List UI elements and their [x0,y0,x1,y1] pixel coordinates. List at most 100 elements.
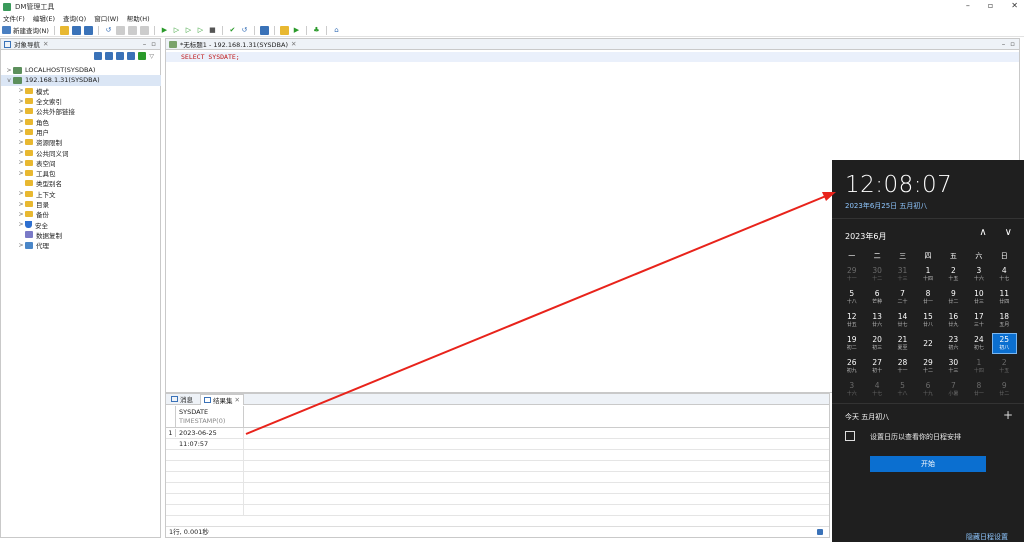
tree-node[interactable]: > 目录 [1,199,161,210]
tab-close-icon[interactable]: ✕ [291,40,296,48]
calendar-day[interactable]: 17 三十 [966,310,991,331]
chevron-right-icon[interactable]: > [17,170,25,177]
sql-text[interactable]: SELECT SYSDATE; [181,53,240,61]
chevron-right-icon[interactable]: > [5,67,13,74]
explain-icon[interactable]: ▷ [184,26,193,35]
chevron-right-icon[interactable]: > [17,139,25,146]
chevron-right-icon[interactable]: > [17,221,25,228]
tree-node[interactable]: > 模式 [1,86,161,96]
calendar-day[interactable]: 22 [915,333,940,354]
chevron-right-icon[interactable]: > [17,190,25,197]
calendar-day[interactable]: 20 初三 [864,333,889,354]
format-icon[interactable] [279,25,289,35]
table-row[interactable]: 1 2023-06-25 11:07:57 [166,427,829,448]
calendar-day[interactable]: 11 廿四 [992,287,1017,308]
tools-icon[interactable]: ♣ [312,26,321,35]
calendar-day[interactable]: 16 廿九 [941,310,966,331]
calendar-day[interactable]: 7 二十 [890,287,915,308]
calendar-day[interactable]: 18 五月 [992,310,1017,331]
debug-icon[interactable]: ▷ [196,26,205,35]
tree-node[interactable]: > 资源限制 [1,137,161,148]
tree-node[interactable]: > 备份 [1,209,161,220]
close-button[interactable]: ✕ [1011,1,1018,10]
calendar-day[interactable]: 31 十三 [890,264,915,285]
chevron-right-icon[interactable]: > [17,201,25,208]
tree-node[interactable]: > 角色 [1,116,161,127]
calendar-day[interactable]: 8 廿一 [966,379,991,400]
minimize-panel-icon[interactable]: – [143,40,147,48]
chevron-right-icon[interactable]: > [17,149,25,156]
calendar-day[interactable]: 14 廿七 [890,310,915,331]
calendar-day[interactable]: 19 初二 [839,333,864,354]
calendar-day[interactable]: 7 小暑 [941,379,966,400]
chevron-right-icon[interactable]: > [17,159,25,166]
calendar-day[interactable]: 29 十一 [839,264,864,285]
calendar-day[interactable]: 21 夏至 [890,333,915,354]
start-button[interactable]: 开始 [870,456,986,472]
calendar-day[interactable]: 30 十三 [941,356,966,377]
calendar-day[interactable]: 3 十六 [966,264,991,285]
tree-node[interactable]: v 192.168.1.31(SYSDBA) [1,75,161,86]
cut-icon[interactable] [115,25,125,35]
connect-icon[interactable] [94,52,103,60]
stop-icon[interactable]: ■ [208,26,217,35]
chevron-right-icon[interactable]: > [17,118,25,125]
calendar-day[interactable]: 9 廿二 [992,379,1017,400]
calendar-day[interactable]: 5 十八 [839,287,864,308]
calendar-month[interactable]: 2023年6月 [845,231,886,242]
chevron-down-icon[interactable]: v [5,77,13,84]
tab-object-navigator[interactable]: 对象导航 ✕ – ▫ [1,39,160,50]
undo-icon[interactable]: ↺ [104,26,113,35]
calendar-day[interactable]: 26 初九 [839,356,864,377]
calendar-day[interactable]: 24 初七 [966,333,991,354]
copy-icon[interactable] [127,25,137,35]
view-menu-icon[interactable]: ▽ [149,53,154,60]
edit-icon[interactable] [116,52,125,60]
tab-close-icon[interactable]: ✕ [43,40,48,48]
tree-node[interactable]: > 上下文 [1,189,161,199]
cell-sysdate[interactable]: 2023-06-25 11:07:57 [176,427,244,448]
calendar-day[interactable]: 27 初十 [864,356,889,377]
tree-node[interactable]: > 表空间 [1,158,161,168]
menu-window[interactable]: 窗口(W) [94,13,119,23]
calendar-day[interactable]: 15 廿八 [915,310,940,331]
calendar-day[interactable]: 4 十七 [992,264,1017,285]
tree-node[interactable]: > 公共同义词 [1,147,161,158]
calendar-day[interactable]: 1 十四 [966,356,991,377]
step-icon[interactable]: ▶ [292,26,301,35]
paste-icon[interactable] [139,25,149,35]
calendar-day[interactable]: 8 廿一 [915,287,940,308]
chevron-down-icon[interactable]: ∨ [1005,227,1012,238]
save-icon[interactable] [71,25,81,35]
chevron-right-icon[interactable]: > [17,211,25,218]
calendar-day[interactable]: 10 廿三 [966,287,991,308]
chevron-right-icon[interactable]: > [17,128,25,135]
menu-help[interactable]: 帮助(H) [127,13,150,23]
run-script-icon[interactable]: ▷ [172,26,181,35]
calendar-day[interactable]: 23 初六 [941,333,966,354]
minimize-button[interactable]: – [966,1,970,10]
tree-node[interactable]: > LOCALHOST(SYSDBA) [1,65,161,75]
menu-query[interactable]: 查询(Q) [63,13,86,23]
tab-messages[interactable]: 消息 [168,394,196,405]
calendar-day[interactable]: 3 十六 [839,379,864,400]
tree-node[interactable]: > 工具包 [1,168,161,179]
clock-date[interactable]: 2023年6月25日 五月初八 [845,201,927,211]
save-all-icon[interactable] [83,25,93,35]
calendar-day[interactable]: 13 廿六 [864,310,889,331]
calendar-day[interactable]: 2 十五 [941,264,966,285]
minimize-panel-icon[interactable]: – [1002,40,1006,48]
collapse-icon[interactable] [138,52,147,60]
chevron-up-icon[interactable]: ∧ [979,227,986,238]
run-icon[interactable]: ▶ [160,26,169,35]
add-event-icon[interactable]: + [1003,408,1013,422]
chevron-right-icon[interactable]: > [17,98,25,105]
calendar-day[interactable]: 30 十二 [864,264,889,285]
tree-node[interactable]: > 安全 [1,219,161,230]
new-query-button[interactable]: 新建查询(N) [2,25,49,35]
calendar-day[interactable]: 1 十四 [915,264,940,285]
tree-node[interactable]: > 全文索引 [1,96,161,107]
tree-node[interactable]: > 用户 [1,127,161,137]
search-icon[interactable] [127,52,136,60]
tree-node[interactable]: 数据复制 [1,230,161,240]
